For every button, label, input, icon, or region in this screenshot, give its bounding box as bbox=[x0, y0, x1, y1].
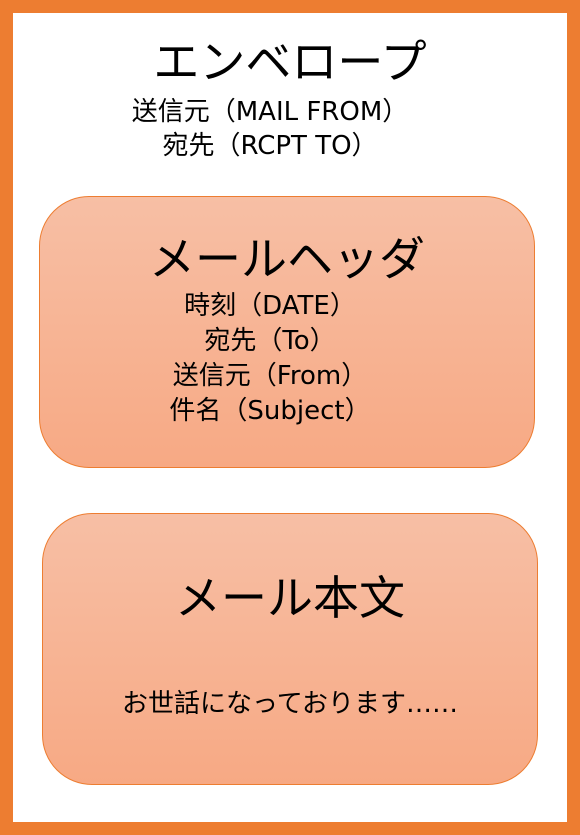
envelope-field-rcpt-to: 宛先（RCPT TO） bbox=[162, 131, 378, 161]
mail-header-fields: 時刻（DATE） 宛先（To） 送信元（From） 件名（Subject） bbox=[40, 289, 500, 429]
envelope-fields: 送信元（MAIL FROM） 宛先（RCPT TO） bbox=[0, 95, 540, 163]
header-field-to: 宛先（To） bbox=[204, 326, 336, 356]
mail-header-box: メールヘッダ 時刻（DATE） 宛先（To） 送信元（From） 件名（Subj… bbox=[39, 196, 535, 468]
header-field-subject: 件名（Subject） bbox=[169, 396, 371, 426]
envelope-field-mail-from: 送信元（MAIL FROM） bbox=[131, 97, 409, 127]
mail-body-box: メール本文 お世話になっております…… bbox=[42, 513, 538, 785]
mail-body-title: メール本文 bbox=[175, 571, 405, 625]
mail-header-title: メールヘッダ bbox=[149, 232, 425, 286]
envelope-title: エンベロープ bbox=[153, 35, 427, 89]
mail-body-text: お世話になっております…… bbox=[122, 689, 458, 719]
header-field-from: 送信元（From） bbox=[172, 361, 368, 391]
header-field-date: 時刻（DATE） bbox=[184, 291, 356, 321]
